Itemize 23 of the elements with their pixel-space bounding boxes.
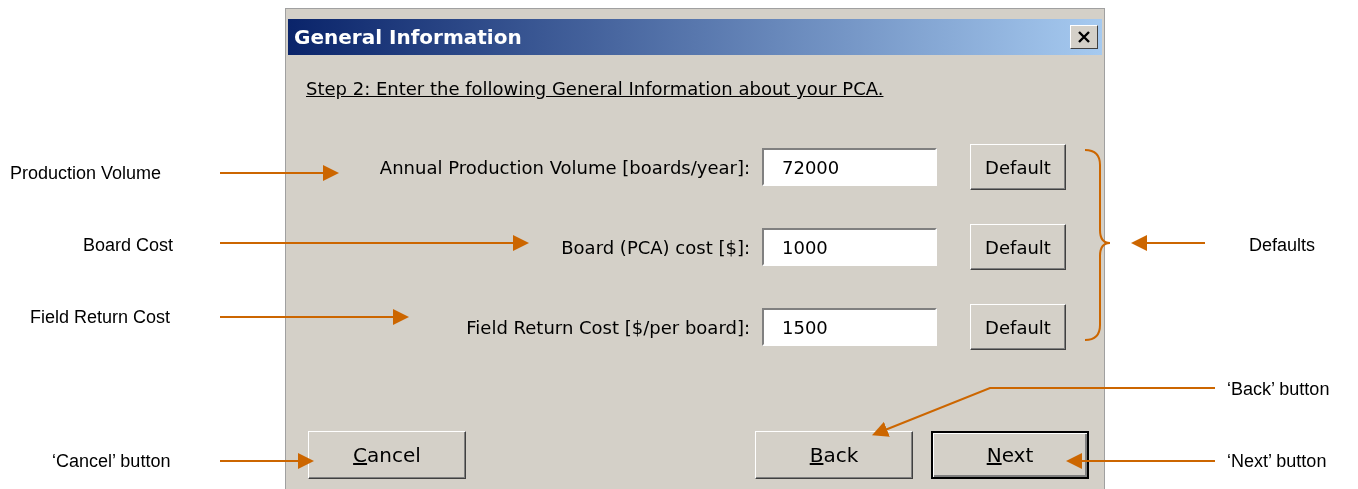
field-label: Annual Production Volume [boards/year]: [379, 155, 750, 180]
field-label: Board (PCA) cost [$]: [561, 235, 750, 260]
input-field[interactable]: 1500 [762, 308, 937, 346]
annotation-label: ‘Next’ button [1227, 450, 1327, 473]
default-button[interactable]: Default [970, 144, 1066, 190]
close-icon [1077, 31, 1091, 43]
instruction-text: Step 2: Enter the following General Information about your PCA. [306, 77, 884, 101]
default-button[interactable]: Default [970, 304, 1066, 350]
input-field[interactable]: 72000 [762, 148, 937, 186]
annotation-label: ‘Cancel’ button [52, 450, 171, 473]
annotation-label: Defaults [1249, 234, 1316, 257]
annotation-label: ‘Back’ button [1227, 378, 1330, 401]
close-button[interactable] [1070, 25, 1098, 49]
input-field[interactable]: 1000 [762, 228, 937, 266]
default-button[interactable]: Default [970, 224, 1066, 270]
dialog-button[interactable]: Cancel [308, 431, 466, 479]
dialog-button[interactable]: Back [755, 431, 913, 479]
annotation-label: Production Volume [10, 162, 162, 185]
annotation-label: Board Cost [83, 234, 174, 257]
window-title: General Information [294, 24, 522, 51]
annotation-label: Field Return Cost [30, 306, 171, 329]
field-label: Field Return Cost [$/per board]: [466, 315, 750, 340]
dialog-button[interactable]: Next [931, 431, 1089, 479]
